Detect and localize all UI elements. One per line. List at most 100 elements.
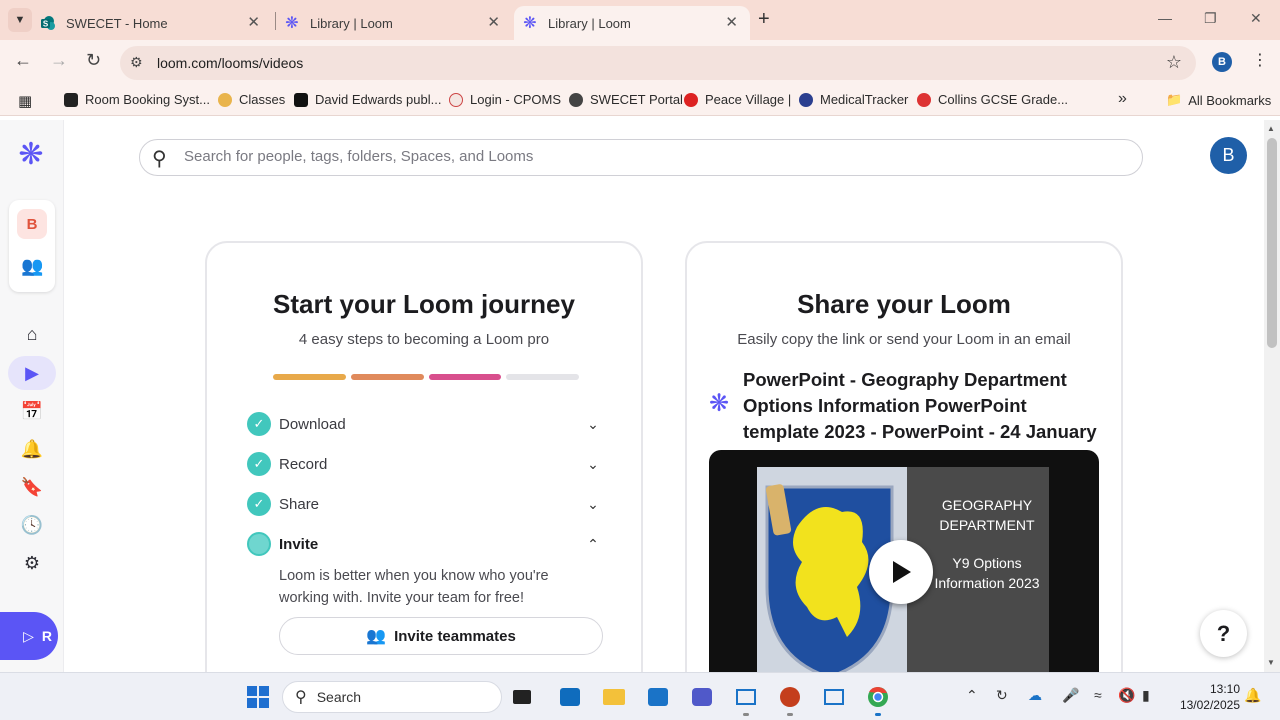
tab-title: Library | Loom <box>548 15 631 31</box>
more-bookmarks-icon[interactable]: » <box>1118 90 1127 108</box>
invite-teammates-button[interactable]: 👥 Invite teammates <box>279 617 603 655</box>
teams-icon[interactable] <box>688 683 716 711</box>
url-text[interactable]: loom.com/looms/videos <box>157 55 303 71</box>
library-search[interactable]: ⚲ <box>139 139 1143 176</box>
bookmark-label: MedicalTracker <box>820 92 909 107</box>
file-explorer-icon[interactable] <box>600 683 628 711</box>
close-window-icon[interactable]: ✕ <box>1250 10 1262 27</box>
workspace-avatar[interactable]: B <box>17 209 47 239</box>
notification-bell-icon[interactable]: 🔔 <box>1244 687 1261 704</box>
progress-segment <box>273 374 346 380</box>
loom-logo-icon[interactable]: ❋ <box>14 138 48 172</box>
tab-search-menu-button[interactable]: ▼ <box>8 8 32 32</box>
window-app-icon[interactable] <box>732 683 760 711</box>
onedrive-cloud-icon[interactable]: ☁ <box>1028 687 1042 704</box>
chrome-icon[interactable] <box>864 683 892 711</box>
record-button[interactable]: ▷ R <box>0 612 58 660</box>
loom-icon: ❋ <box>285 15 299 32</box>
bell-icon[interactable]: 🔔 <box>20 437 44 461</box>
chevron-down-icon: ⌄ <box>587 495 599 512</box>
browser-menu-icon[interactable]: ⋮ <box>1252 50 1268 70</box>
battery-icon[interactable]: ▮ <box>1142 687 1150 704</box>
apps-grid-icon[interactable]: ▦ <box>18 92 32 110</box>
bookmark-medical-tracker[interactable]: MedicalTracker <box>799 92 908 107</box>
site-info-icon[interactable]: ⚙ <box>130 54 143 71</box>
restore-icon[interactable]: ❐ <box>1204 10 1217 27</box>
show-hidden-icons-icon[interactable]: ⌃ <box>966 687 978 704</box>
tab-swecet-home[interactable]: S SWECET - Home ✕ <box>40 6 272 40</box>
video-camera-icon: ▷ <box>23 627 34 644</box>
bookmark-icon[interactable]: 🔖 <box>20 475 44 499</box>
calendar-icon[interactable]: 📅 <box>20 399 44 423</box>
play-button[interactable] <box>869 540 933 604</box>
scroll-up-icon[interactable]: ▲ <box>1267 124 1275 133</box>
powerpoint-icon[interactable] <box>776 683 804 711</box>
sync-icon[interactable]: ↻ <box>996 687 1008 704</box>
reload-icon[interactable]: ↻ <box>86 50 101 71</box>
all-bookmarks-folder[interactable]: 📁 All Bookmarks <box>1166 92 1271 108</box>
page-scrollbar[interactable]: ▲ ▼ <box>1264 120 1280 672</box>
tab-library-loom-active[interactable]: ❋ Library | Loom ✕ <box>514 6 750 40</box>
tab-title: Library | Loom <box>310 15 393 31</box>
taskbar-search[interactable]: ⚲ Search <box>282 681 502 713</box>
bookmark-icon <box>64 92 78 107</box>
bookmark-label: Login - CPOMS <box>470 92 562 107</box>
people-icon: 👥 <box>366 628 387 645</box>
settings-gear-icon[interactable]: ⚙ <box>20 551 44 575</box>
browser-profile-avatar[interactable]: B <box>1212 52 1232 72</box>
back-arrow-icon[interactable]: ← <box>14 50 32 71</box>
bookmark-cpoms[interactable]: Login - CPOMS <box>449 92 561 107</box>
bookmark-classes[interactable]: Classes <box>218 92 285 107</box>
loom-page: ❋ B 👥 ⌂ ▶ 📅 🔔 🔖 🕓 ⚙ ▷ R ⚲ B Start your L… <box>0 120 1264 672</box>
bookmark-swecet-portal[interactable]: SWECET Portal <box>569 92 683 107</box>
windows-start-icon[interactable] <box>244 683 272 711</box>
workspace-switcher: B 👥 <box>9 200 55 292</box>
task-view-icon[interactable] <box>508 683 536 711</box>
step-share[interactable]: ✓ Share ⌄ <box>247 490 603 518</box>
close-tab-icon[interactable]: ✕ <box>725 13 738 31</box>
bookmark-label: Room Booking Syst... <box>85 92 210 107</box>
step-record[interactable]: ✓ Record ⌄ <box>247 450 603 478</box>
loom-icon: ❋ <box>523 15 537 32</box>
clock-icon[interactable]: 🕓 <box>20 513 44 537</box>
outlook-icon[interactable] <box>556 683 584 711</box>
taskbar-search-label: Search <box>316 689 362 705</box>
bookmark-icon <box>917 92 931 107</box>
bookmark-star-icon[interactable]: ☆ <box>1166 52 1182 73</box>
bookmark-peace-village[interactable]: Peace Village | <box>684 92 791 107</box>
bookmark-david-edwards[interactable]: David Edwards publ... <box>294 92 441 107</box>
step-invite[interactable]: Invite ⌃ <box>247 530 603 558</box>
microphone-icon[interactable]: 🎤 <box>1062 687 1079 704</box>
user-avatar[interactable]: B <box>1210 137 1247 174</box>
invite-button-label: Invite teammates <box>394 627 516 645</box>
store-icon[interactable] <box>644 683 672 711</box>
chevron-up-icon: ⌃ <box>587 535 599 552</box>
home-icon[interactable]: ⌂ <box>20 322 44 346</box>
close-tab-icon[interactable]: ✕ <box>247 13 260 31</box>
invite-description: Loom is better when you know who you're … <box>279 568 549 606</box>
close-tab-icon[interactable]: ✕ <box>487 13 500 31</box>
people-icon[interactable]: 👥 <box>21 256 43 277</box>
globe-icon <box>569 92 583 107</box>
minimize-icon[interactable]: — <box>1158 10 1172 26</box>
bookmark-label: Collins GCSE Grade... <box>938 92 1069 107</box>
video-thumbnail[interactable]: GEOGRAPHY DEPARTMENT Y9 Options Informat… <box>709 450 1099 672</box>
bookmark-room-booking[interactable]: Room Booking Syst... <box>64 92 210 107</box>
library-icon[interactable]: ▶ <box>20 361 44 385</box>
forward-arrow-icon[interactable]: → <box>50 50 68 71</box>
help-button[interactable]: ? <box>1200 610 1247 657</box>
volume-muted-icon[interactable]: 🔇 <box>1118 687 1135 704</box>
scroll-down-icon[interactable]: ▼ <box>1267 658 1275 667</box>
journey-subtitle: 4 easy steps to becoming a Loom pro <box>298 331 550 348</box>
bookmark-collins-gcse[interactable]: Collins GCSE Grade... <box>917 92 1068 107</box>
tab-library-loom[interactable]: ❋ Library | Loom ✕ <box>284 6 512 40</box>
search-input[interactable] <box>184 148 1084 165</box>
step-download[interactable]: ✓ Download ⌄ <box>247 410 603 438</box>
window-app-icon[interactable] <box>820 683 848 711</box>
address-bar[interactable]: ⚙ loom.com/looms/videos ☆ <box>120 46 1196 80</box>
wifi-icon[interactable]: ≈ <box>1094 687 1102 703</box>
taskbar-clock[interactable]: 13:10 13/02/2025 <box>1170 681 1240 713</box>
scroll-thumb[interactable] <box>1267 138 1277 348</box>
new-tab-button[interactable]: + <box>758 8 770 31</box>
running-indicator <box>743 713 749 716</box>
